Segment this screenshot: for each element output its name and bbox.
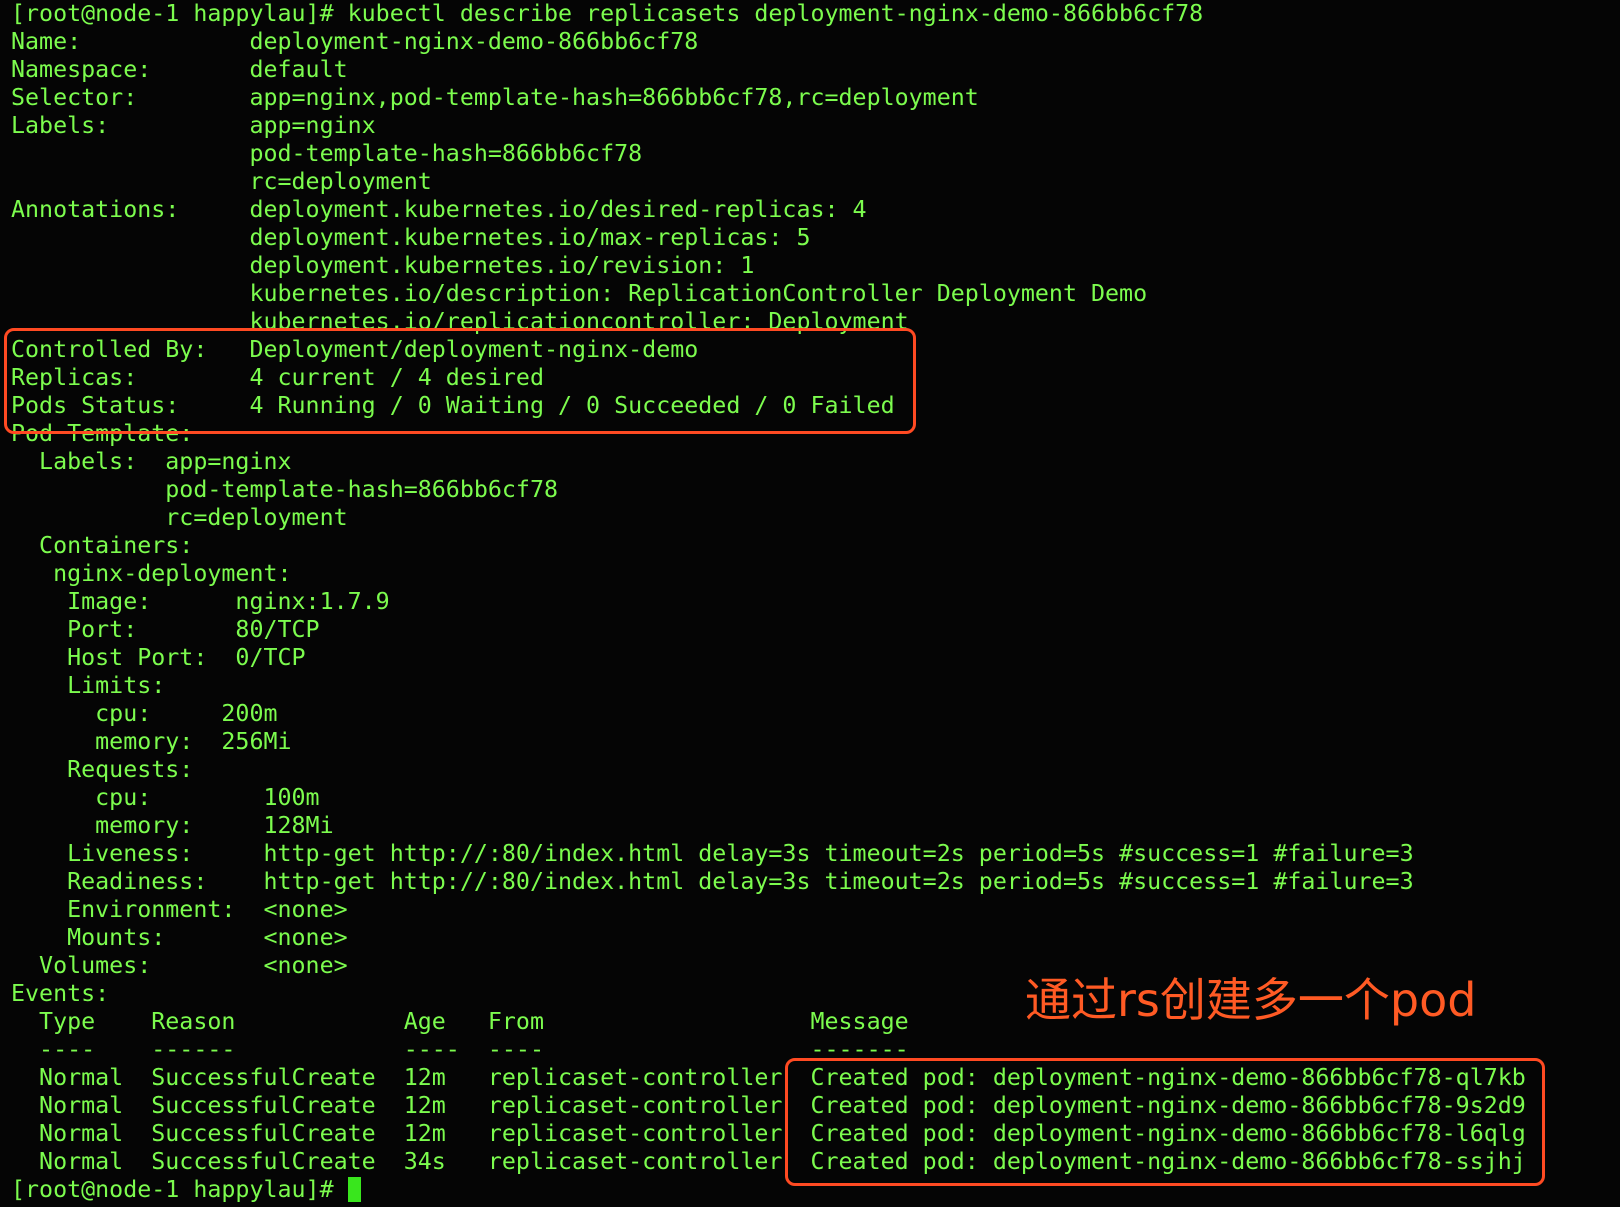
terminal-window[interactable]: [root@node-1 happylau]# kubectl describe… xyxy=(0,0,1620,1207)
output-line: cpu: 200m xyxy=(11,700,278,727)
output-line: deployment.kubernetes.io/max-replicas: 5 xyxy=(11,224,811,251)
output-line: Requests: xyxy=(11,756,194,783)
output-line: Limits: xyxy=(11,672,166,699)
output-line: pod-template-hash=866bb6cf78 xyxy=(11,476,559,503)
output-line: memory: 256Mi xyxy=(11,728,292,755)
output-line: Port: 80/TCP xyxy=(11,616,320,643)
output-line: Host Port: 0/TCP xyxy=(11,644,306,671)
output-line: Namespace: default xyxy=(11,56,348,83)
output-line: Name: deployment-nginx-demo-866bb6cf78 xyxy=(11,28,699,55)
output-line: Environment: <none> xyxy=(11,896,348,923)
output-line: cpu: 100m xyxy=(11,784,320,811)
annotation-note: 通过rs创建多一个pod xyxy=(1025,973,1477,1027)
output-line: kubernetes.io/description: ReplicationCo… xyxy=(11,280,1148,307)
output-line: Labels: app=nginx xyxy=(11,112,376,139)
created-pods-highlight xyxy=(785,1058,1545,1186)
output-line: Image: nginx:1.7.9 xyxy=(11,588,390,615)
cursor xyxy=(347,1177,361,1202)
output-line: Annotations: deployment.kubernetes.io/de… xyxy=(11,196,867,223)
prompt-line[interactable]: [root@node-1 happylau]# xyxy=(11,1176,361,1204)
output-line: Volumes: <none> xyxy=(11,952,348,979)
output-line: Events: xyxy=(11,980,110,1007)
output-line: deployment.kubernetes.io/revision: 1 xyxy=(11,252,755,279)
output-line: pod-template-hash=866bb6cf78 xyxy=(11,140,643,167)
replica-status-highlight xyxy=(4,328,916,434)
output-line: Readiness: http-get http://:80/index.htm… xyxy=(11,868,1414,895)
output-line: Containers: xyxy=(11,532,194,559)
events-separator: ---- ------ ---- ---- ------- xyxy=(11,1036,909,1063)
output-line: Labels: app=nginx xyxy=(11,448,292,475)
output-line: rc=deployment xyxy=(11,168,432,195)
events-header: Type Reason Age From Message xyxy=(11,1008,909,1035)
output-line: Mounts: <none> xyxy=(11,924,348,951)
output-line: Selector: app=nginx,pod-template-hash=86… xyxy=(11,84,979,111)
shell-prompt: [root@node-1 happylau]# xyxy=(11,1176,348,1203)
output-line: nginx-deployment: xyxy=(11,560,292,587)
output-line: rc=deployment xyxy=(11,504,348,531)
command-line: [root@node-1 happylau]# kubectl describe… xyxy=(11,0,1204,27)
output-line: memory: 128Mi xyxy=(11,812,334,839)
output-line: Liveness: http-get http://:80/index.html… xyxy=(11,840,1414,867)
